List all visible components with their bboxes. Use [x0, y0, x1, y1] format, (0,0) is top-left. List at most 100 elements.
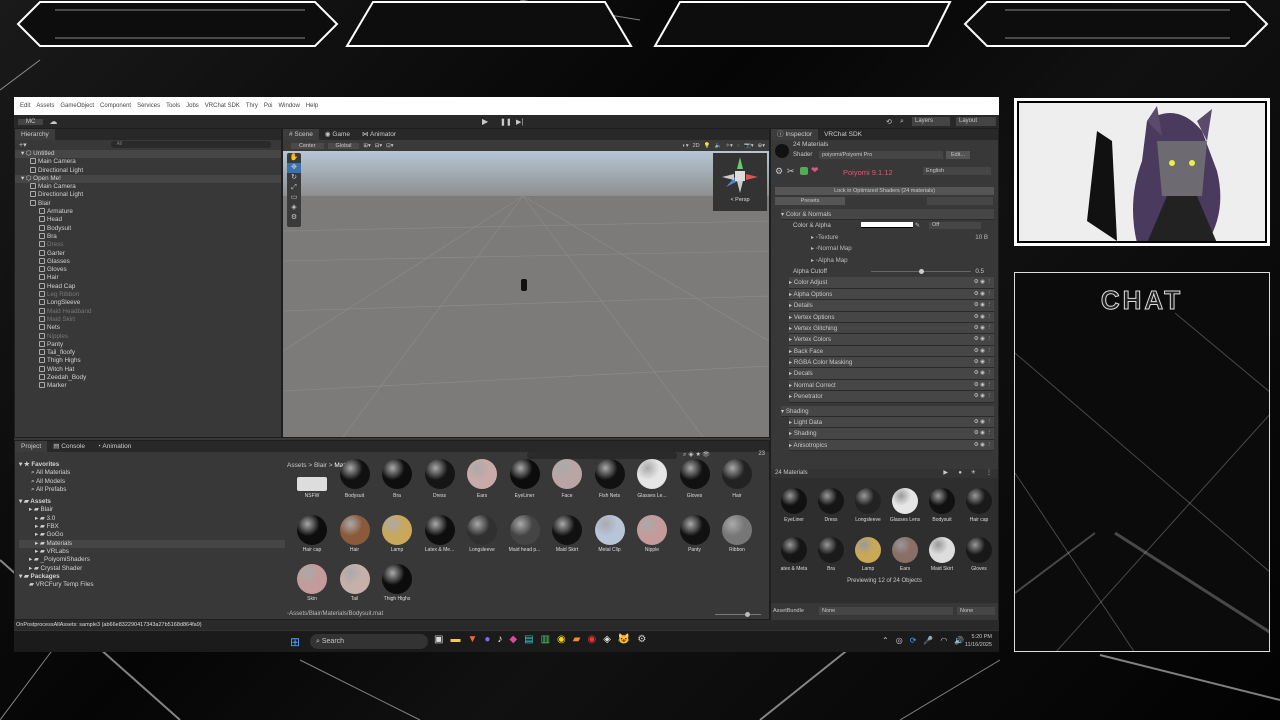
cloud-icon[interactable]: ☁ — [49, 117, 57, 126]
folder-item[interactable]: ▸ ▰ VRLabs — [19, 548, 285, 556]
section-shading[interactable]: ▸ Shading ⚙ ◉ ⋮ — [789, 428, 994, 440]
task-view-icon[interactable]: ▣ — [434, 634, 443, 645]
hierarchy-item[interactable]: Garter — [15, 249, 281, 258]
hierarchy-item[interactable]: Head Cap — [15, 282, 281, 291]
grid-snap-icon[interactable]: ⊞▾ — [363, 143, 370, 149]
menu-jobs[interactable]: Jobs — [186, 103, 199, 109]
material-thumbnail[interactable] — [339, 459, 370, 489]
app-red-icon[interactable]: ◉ — [587, 634, 596, 645]
packages-header[interactable]: ▾ ▰ Packages — [19, 573, 285, 581]
brave-icon[interactable]: ▼ — [467, 634, 477, 645]
app-cat-icon[interactable]: 😺 — [618, 634, 630, 645]
scene-viewport[interactable]: ✋ ✥ ↻ ⤢ ▭ ◈ ⚙ < Persp — [283, 151, 769, 437]
section-vertex-glitching[interactable]: ▸ Vertex Glitching ⚙ ◉ ⋮ — [789, 322, 994, 335]
tiktok-icon[interactable]: ♪ — [497, 634, 502, 645]
move-tool-icon[interactable]: ✥ — [287, 163, 301, 173]
custom-tool-icon[interactable]: ⚙ — [287, 213, 301, 223]
package-item[interactable]: ▰ VRCFury Temp Files — [19, 581, 285, 589]
hierarchy-item[interactable]: Bodysuit — [15, 224, 281, 233]
filter-icons[interactable]: ⌕ ◈ ★ 👁 — [683, 451, 710, 459]
section-actions-icon[interactable]: ⚙ ◉ ⋮ — [974, 289, 992, 300]
hierarchy-item[interactable]: Dress — [15, 241, 281, 249]
material-thumbnail[interactable] — [382, 459, 412, 489]
folder-item[interactable]: ▸ ▰ _PoiyomiShaders — [19, 556, 285, 564]
favorite-item[interactable]: ⌕ All Materials — [19, 469, 285, 477]
section-actions-icon[interactable]: ⚙ ◉ ⋮ — [974, 300, 992, 311]
hierarchy-item[interactable]: Glasses — [15, 257, 281, 266]
section-actions-icon[interactable]: ⚙ ◉ ⋮ — [974, 440, 992, 451]
section-details[interactable]: ▸ Details ⚙ ◉ ⋮ — [789, 300, 994, 312]
preview-light-icon[interactable]: ☀ — [971, 469, 976, 478]
folder-item[interactable]: ▸ ▰ Crystal Shader — [19, 565, 285, 573]
hierarchy-item[interactable]: Maid Skirt — [15, 315, 281, 324]
scale-tool-icon[interactable]: ⤢ — [287, 183, 301, 193]
section-vertex-options[interactable]: ▸ Vertex Options ⚙ ◉ ⋮ — [789, 311, 994, 323]
menu-component[interactable]: Component — [100, 103, 131, 109]
hierarchy-item[interactable]: Maid Headband — [15, 307, 281, 316]
section-actions-icon[interactable]: ⚙ ◉ ⋮ — [974, 323, 992, 334]
scene-camera-icon[interactable]: 📷▾ — [744, 143, 754, 149]
menu-vrchat-sdk[interactable]: VRChat SDK — [205, 103, 240, 109]
section-actions-icon[interactable]: ⚙ ◉ ⋮ — [974, 346, 992, 357]
preview-material-sphere[interactable] — [966, 488, 992, 514]
menu-tools[interactable]: Tools — [166, 103, 180, 109]
material-thumbnail[interactable] — [467, 459, 497, 489]
rotate-tool-icon[interactable]: ↻ — [287, 173, 301, 183]
hierarchy-item[interactable]: Blair — [15, 199, 281, 208]
asset-bundle-dropdown[interactable]: None — [819, 607, 953, 615]
history-icon[interactable]: ⟲ — [886, 118, 892, 126]
section-rgba-color-masking[interactable]: ▸ RGBA Color Masking ⚙ ◉ ⋮ — [789, 357, 994, 369]
material-thumbnail[interactable] — [382, 564, 412, 594]
material-thumbnail[interactable] — [722, 459, 752, 489]
shader-edit-button[interactable]: Edit... — [946, 151, 970, 159]
alpha-cutoff-slider[interactable] — [871, 268, 971, 274]
material-thumbnail[interactable] — [552, 515, 582, 545]
material-thumbnail[interactable] — [424, 515, 455, 545]
unity-hub-icon[interactable]: ◈ — [603, 634, 611, 645]
preview-material-sphere[interactable] — [892, 488, 918, 514]
section-actions-icon[interactable]: ⚙ ◉ ⋮ — [974, 368, 992, 379]
material-thumbnail[interactable] — [339, 564, 370, 594]
tab-hierarchy[interactable]: Hierarchy — [15, 129, 55, 140]
section-normal-correct[interactable]: ▸ Normal Correct ⚙ ◉ ⋮ — [789, 379, 994, 392]
increment-snap-icon[interactable]: ⊡▾ — [386, 143, 393, 149]
menu-window[interactable]: Window — [278, 103, 299, 109]
preview-play-icon[interactable]: ▶ — [943, 469, 948, 478]
search-icon[interactable]: ⌕ — [900, 118, 904, 126]
hierarchy-item[interactable]: Bra — [15, 232, 281, 241]
wifi-icon[interactable]: ◠ — [940, 636, 947, 645]
material-thumbnail[interactable] — [382, 515, 412, 545]
menu-thry[interactable]: Thry — [246, 103, 258, 109]
gizmos-icon[interactable]: ⊕▾ — [758, 143, 765, 149]
tray-refresh-icon[interactable]: ⟳ — [910, 636, 917, 645]
icon-size-slider[interactable] — [715, 612, 761, 617]
section-alpha-options[interactable]: ▸ Alpha Options ⚙ ◉ ⋮ — [789, 288, 994, 301]
layout-dropdown[interactable]: Layout — [956, 117, 996, 126]
hierarchy-item[interactable]: Panty — [15, 340, 281, 349]
material-thumbnail[interactable] — [467, 515, 497, 545]
hierarchy-item[interactable]: ▾ ⬡ Untitled — [15, 150, 281, 159]
preview-sphere-icon[interactable]: ● — [958, 469, 962, 478]
tab-inspector[interactable]: ⓘ Inspector — [771, 129, 819, 140]
project-search-input[interactable] — [527, 452, 677, 459]
orientation-gizmo[interactable]: < Persp — [713, 153, 767, 211]
tab-vrchat-sdk[interactable]: VRChat SDK — [818, 129, 868, 140]
poi-logo-icon[interactable] — [800, 167, 808, 175]
section-actions-icon[interactable]: ⚙ ◉ ⋮ — [974, 334, 992, 345]
preview-material-sphere[interactable] — [929, 488, 955, 514]
material-thumbnail[interactable] — [297, 515, 327, 545]
section-actions-icon[interactable]: ⚙ ◉ ⋮ — [974, 428, 992, 439]
preview-material-sphere[interactable] — [781, 537, 807, 563]
tab-project[interactable]: Project — [15, 441, 48, 452]
tab-game[interactable]: ◉ Game — [319, 129, 356, 140]
hierarchy-item[interactable]: Witch Hat — [15, 365, 281, 374]
texture-row[interactable]: ▸ ◦Texture 10 B — [781, 232, 994, 243]
pause-button[interactable]: ❚❚ — [500, 118, 512, 126]
material-thumbnail[interactable] — [339, 515, 370, 545]
app-orange-icon[interactable]: ▰ — [573, 634, 581, 645]
app-settings-icon[interactable]: ⚙ — [637, 634, 646, 645]
section-shading-header[interactable]: ▾ Shading — [781, 405, 994, 418]
add-icon[interactable]: +▾ — [19, 141, 27, 149]
material-thumbnail[interactable] — [297, 477, 327, 491]
material-thumbnail[interactable] — [722, 515, 752, 545]
